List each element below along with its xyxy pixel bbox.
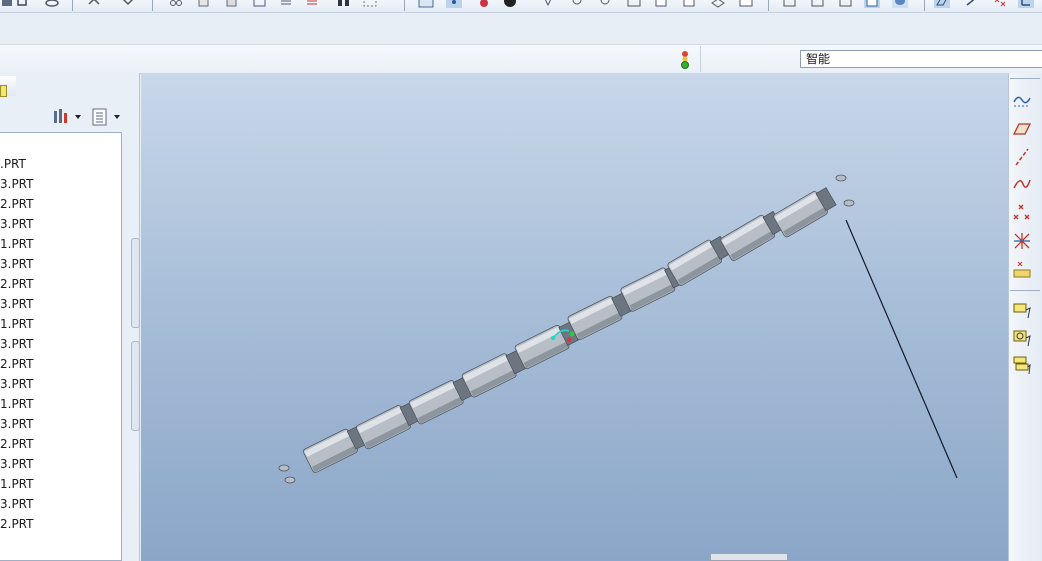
toolbar-separator [72, 0, 73, 11]
datum-line [845, 219, 958, 479]
selection-filter-value: 智能 [806, 52, 831, 66]
chain-end-tab [278, 464, 290, 472]
toolbar-separator [768, 0, 769, 11]
regenerate-icon[interactable] [252, 0, 268, 9]
layers-icon[interactable] [710, 0, 726, 9]
paste-icon[interactable] [196, 0, 212, 9]
scroll-thumb-lower[interactable] [131, 341, 140, 431]
document-list-icon [92, 108, 107, 126]
tree-item[interactable]: 1.PRT [0, 474, 33, 494]
copy-icon[interactable] [16, 0, 32, 9]
tree-item[interactable]: 3.PRT [0, 294, 33, 314]
tree-item[interactable]: 2.PRT [0, 194, 33, 214]
orient-icon[interactable] [476, 0, 492, 9]
chain-link[interactable] [773, 185, 838, 238]
tree-item[interactable]: 3.PRT [0, 494, 33, 514]
tree-item[interactable]: 2.PRT [0, 434, 33, 454]
tree-scrollbar[interactable] [131, 238, 140, 431]
chain-link[interactable] [461, 348, 527, 398]
annotation-icon[interactable] [1012, 300, 1032, 320]
spin-center-icon[interactable] [446, 0, 462, 9]
tree-item[interactable]: 1.PRT [0, 394, 33, 414]
tree-item[interactable]: 3.PRT [0, 174, 33, 194]
chain-end-tab [843, 199, 855, 207]
tree-item[interactable]: 3.PRT [0, 214, 33, 234]
selection-filter-select[interactable]: 智能 [800, 50, 1042, 68]
list-red-icon[interactable] [304, 0, 320, 9]
coordinate-system-icon[interactable] [1012, 231, 1032, 251]
list-icon[interactable] [278, 0, 294, 9]
tree-item[interactable]: 3.PRT [0, 254, 33, 274]
tree-item[interactable]: 3.PRT [0, 454, 33, 474]
enhanced-realism-icon[interactable] [892, 0, 908, 9]
datum-planes-icon[interactable] [934, 0, 950, 9]
tree-item[interactable]: 2.PRT [0, 274, 33, 294]
toolbar-separator [404, 0, 405, 11]
tree-settings-button[interactable] [52, 107, 84, 127]
shaded-icon[interactable] [864, 0, 880, 9]
graphics-viewport[interactable] [141, 73, 1008, 561]
repaint-icon[interactable] [418, 0, 434, 9]
mini-toolbar[interactable] [710, 553, 788, 561]
chain-link[interactable] [514, 320, 580, 370]
cut-icon[interactable] [168, 0, 184, 9]
datum-point-icon[interactable] [1012, 203, 1032, 223]
main-toolbar [0, 0, 1042, 13]
tree-item[interactable]: 3.PRT [0, 374, 33, 394]
chain-assembly[interactable] [278, 174, 855, 484]
tree-item[interactable]: 3.PRT [0, 334, 33, 354]
tree-item[interactable]: .PRT [0, 154, 26, 174]
datum-points-icon[interactable] [992, 0, 1008, 9]
appearance-icon[interactable] [502, 0, 518, 9]
saved-views-icon[interactable] [682, 0, 698, 9]
toolbar-separator [1010, 290, 1040, 291]
undo-icon[interactable] [86, 0, 102, 9]
paste-special-icon[interactable] [224, 0, 240, 9]
tree-item[interactable]: 3.PRT [0, 414, 33, 434]
chain-link[interactable] [567, 291, 633, 341]
analysis-feature-icon[interactable] [1012, 259, 1032, 279]
reorient-icon[interactable] [654, 0, 670, 9]
toolbar-separator [700, 46, 701, 72]
tree-item[interactable]: 1.PRT [0, 234, 33, 254]
zoom-in-icon[interactable] [570, 0, 586, 9]
model-canvas[interactable] [141, 73, 1008, 561]
settings-icon [54, 109, 67, 123]
link-icon[interactable] [44, 0, 60, 9]
feature-annotation-icon[interactable] [1012, 355, 1032, 375]
datum-curve-icon[interactable] [1012, 174, 1032, 194]
datum-plane-icon[interactable] [1012, 119, 1032, 139]
coordinate-systems-icon[interactable] [1018, 0, 1034, 9]
chain-end-tab [284, 476, 296, 484]
datum-axes-icon[interactable] [964, 0, 980, 9]
redo-icon[interactable] [120, 0, 136, 9]
wireframe-icon[interactable] [782, 0, 798, 9]
tree-item[interactable]: 2.PRT [0, 514, 33, 534]
select-box-icon[interactable] [362, 0, 378, 9]
toolbar-separator [152, 0, 153, 11]
find-icon[interactable] [336, 0, 352, 9]
component-annotation-icon[interactable] [1012, 328, 1032, 348]
status-light-icon [681, 51, 689, 69]
tree-item[interactable]: 2.PRT [0, 354, 33, 374]
zoom-out-icon[interactable] [598, 0, 614, 9]
tree-show-button[interactable] [90, 107, 124, 127]
toolbar-separator [924, 0, 925, 11]
refit-icon[interactable] [626, 0, 642, 9]
hidden-line-icon[interactable] [810, 0, 826, 9]
save-icon[interactable] [0, 0, 16, 9]
datum-axis-icon[interactable] [1012, 147, 1032, 167]
view-manager-icon[interactable] [738, 0, 754, 9]
no-hidden-icon[interactable] [838, 0, 854, 9]
toolbar-separator [1010, 78, 1040, 79]
scroll-thumb-upper[interactable] [131, 238, 140, 328]
chain-end-tab [835, 174, 847, 182]
pan-icon[interactable] [540, 0, 556, 9]
tree-item[interactable]: 1.PRT [0, 314, 33, 334]
sketch-curve-icon[interactable] [1012, 90, 1032, 110]
chain-link[interactable] [408, 375, 474, 425]
folder-icon [0, 85, 7, 97]
